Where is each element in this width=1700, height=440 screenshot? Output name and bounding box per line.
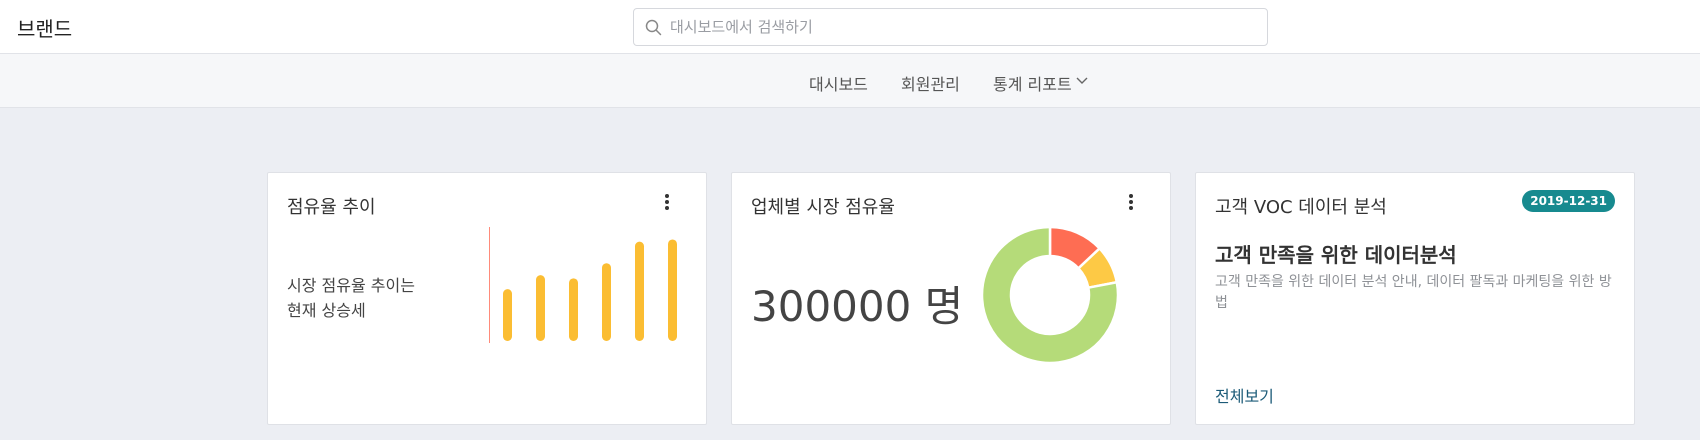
nav-item-dashboard[interactable]: 대시보드 <box>809 71 868 95</box>
chart-bar <box>569 278 578 341</box>
voc-heading: 고객 만족을 위한 데이터분석 <box>1215 243 1457 267</box>
chevron-down-icon <box>1076 77 1088 84</box>
view-all-link[interactable]: 전체보기 <box>1215 383 1274 407</box>
voc-analysis-card: 고객 VOC 데이터 분석 2019-12-31 고객 만족을 위한 데이터분석… <box>1195 172 1635 425</box>
card-title: 업체별 시장 점유율 <box>751 197 895 218</box>
search-box[interactable] <box>633 8 1268 46</box>
nav-item-reports-label: 통계 리포트 <box>993 75 1072 94</box>
nav-bar: 대시보드 회원관리 통계 리포트 <box>0 54 1700 108</box>
chart-bar <box>602 263 611 341</box>
market-share-donut-chart <box>980 225 1120 365</box>
nav-item-members[interactable]: 회원관리 <box>901 71 960 95</box>
more-vertical-icon[interactable] <box>660 192 674 212</box>
trend-summary-line1: 시장 점유율 추이는 <box>287 276 415 295</box>
card-title: 고객 VOC 데이터 분석 <box>1215 197 1387 218</box>
share-trend-bar-chart <box>489 227 677 343</box>
share-trend-card: 점유율 추이 시장 점유율 추이는 현재 상승세 <box>267 172 707 425</box>
trend-summary: 시장 점유율 추이는 현재 상승세 <box>287 273 415 323</box>
chart-bar <box>668 239 677 341</box>
market-share-card: 업체별 시장 점유율 300000 명 <box>731 172 1171 425</box>
search-input[interactable] <box>670 9 1260 45</box>
search-icon <box>645 19 662 36</box>
chart-bar <box>536 275 545 341</box>
brand-logo[interactable]: 브랜드 <box>17 13 72 42</box>
date-badge: 2019-12-31 <box>1522 190 1615 212</box>
trend-summary-line2: 현재 상승세 <box>287 301 366 320</box>
nav-item-reports[interactable]: 통계 리포트 <box>993 71 1088 95</box>
card-title: 점유율 추이 <box>287 197 376 218</box>
chart-bar <box>635 241 644 341</box>
chart-bar <box>503 289 512 341</box>
total-count: 300000 명 <box>751 282 964 331</box>
more-vertical-icon[interactable] <box>1124 192 1138 212</box>
voc-description: 고객 만족을 위한 데이터 분석 안내, 데이터 팔독과 마케팅을 위한 방법 <box>1215 274 1612 311</box>
top-bar: 브랜드 <box>0 0 1700 54</box>
